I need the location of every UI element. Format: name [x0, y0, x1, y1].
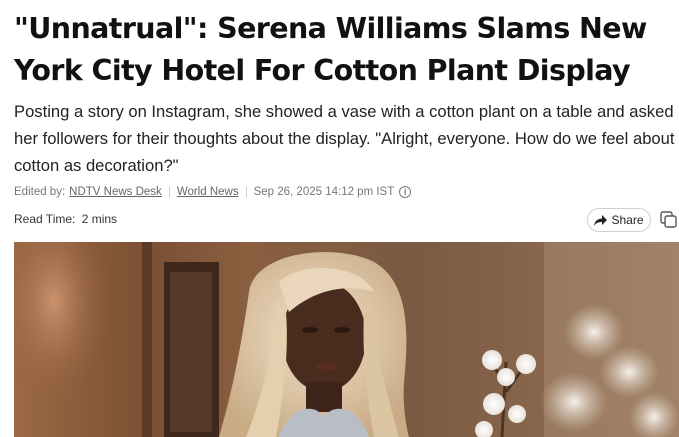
meta-divider — [245, 186, 247, 198]
article-meta: Edited by: NDTV News Desk World News Sep… — [14, 184, 412, 200]
category-link[interactable]: World News — [177, 186, 239, 198]
copy-icon — [660, 210, 677, 228]
copy-link-button[interactable] — [660, 208, 679, 232]
meta-divider — [168, 186, 170, 198]
share-arrow-icon — [594, 214, 608, 226]
share-label: Share — [611, 213, 644, 227]
info-icon[interactable]: i — [399, 186, 412, 198]
hero-image — [14, 242, 679, 437]
read-time: Read Time: 2 mins — [14, 212, 117, 226]
share-button[interactable]: Share — [587, 208, 651, 232]
read-time-label: Read Time: — [14, 212, 76, 226]
read-time-value: 2 mins — [81, 212, 118, 226]
edited-by-label: Edited by: — [14, 186, 66, 198]
author-link[interactable]: NDTV News Desk — [69, 186, 162, 198]
article-summary: Posting a story on Instagram, she showed… — [14, 102, 675, 175]
publish-date: Sep 26, 2025 14:12 pm IST — [253, 186, 395, 198]
article-headline: "Unnatrual": Serena Williams Slams New Y… — [14, 12, 647, 87]
